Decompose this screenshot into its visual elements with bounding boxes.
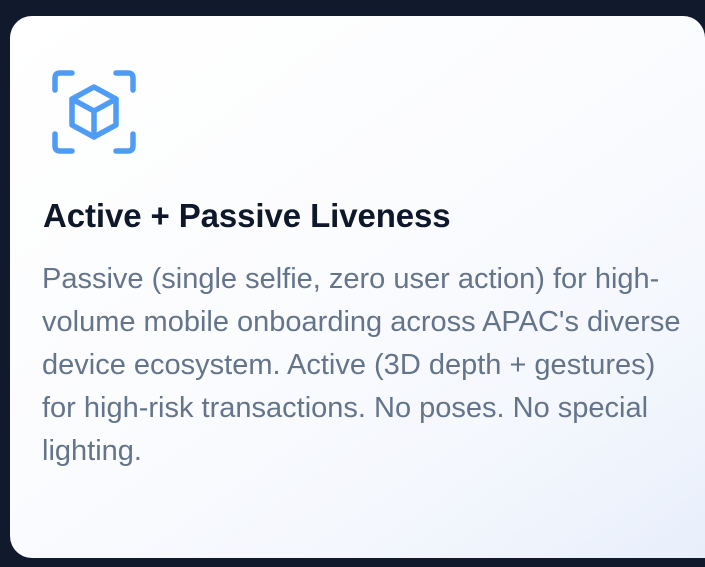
- card-description: Passive (single selfie, zero user action…: [42, 263, 681, 467]
- page-background: Active + Passive Liveness Passive (singl…: [0, 0, 705, 567]
- feature-card: Active + Passive Liveness Passive (singl…: [10, 16, 705, 558]
- card-title: Active + Passive Liveness: [43, 197, 451, 234]
- 3d-cube-scan-icon: [52, 70, 136, 154]
